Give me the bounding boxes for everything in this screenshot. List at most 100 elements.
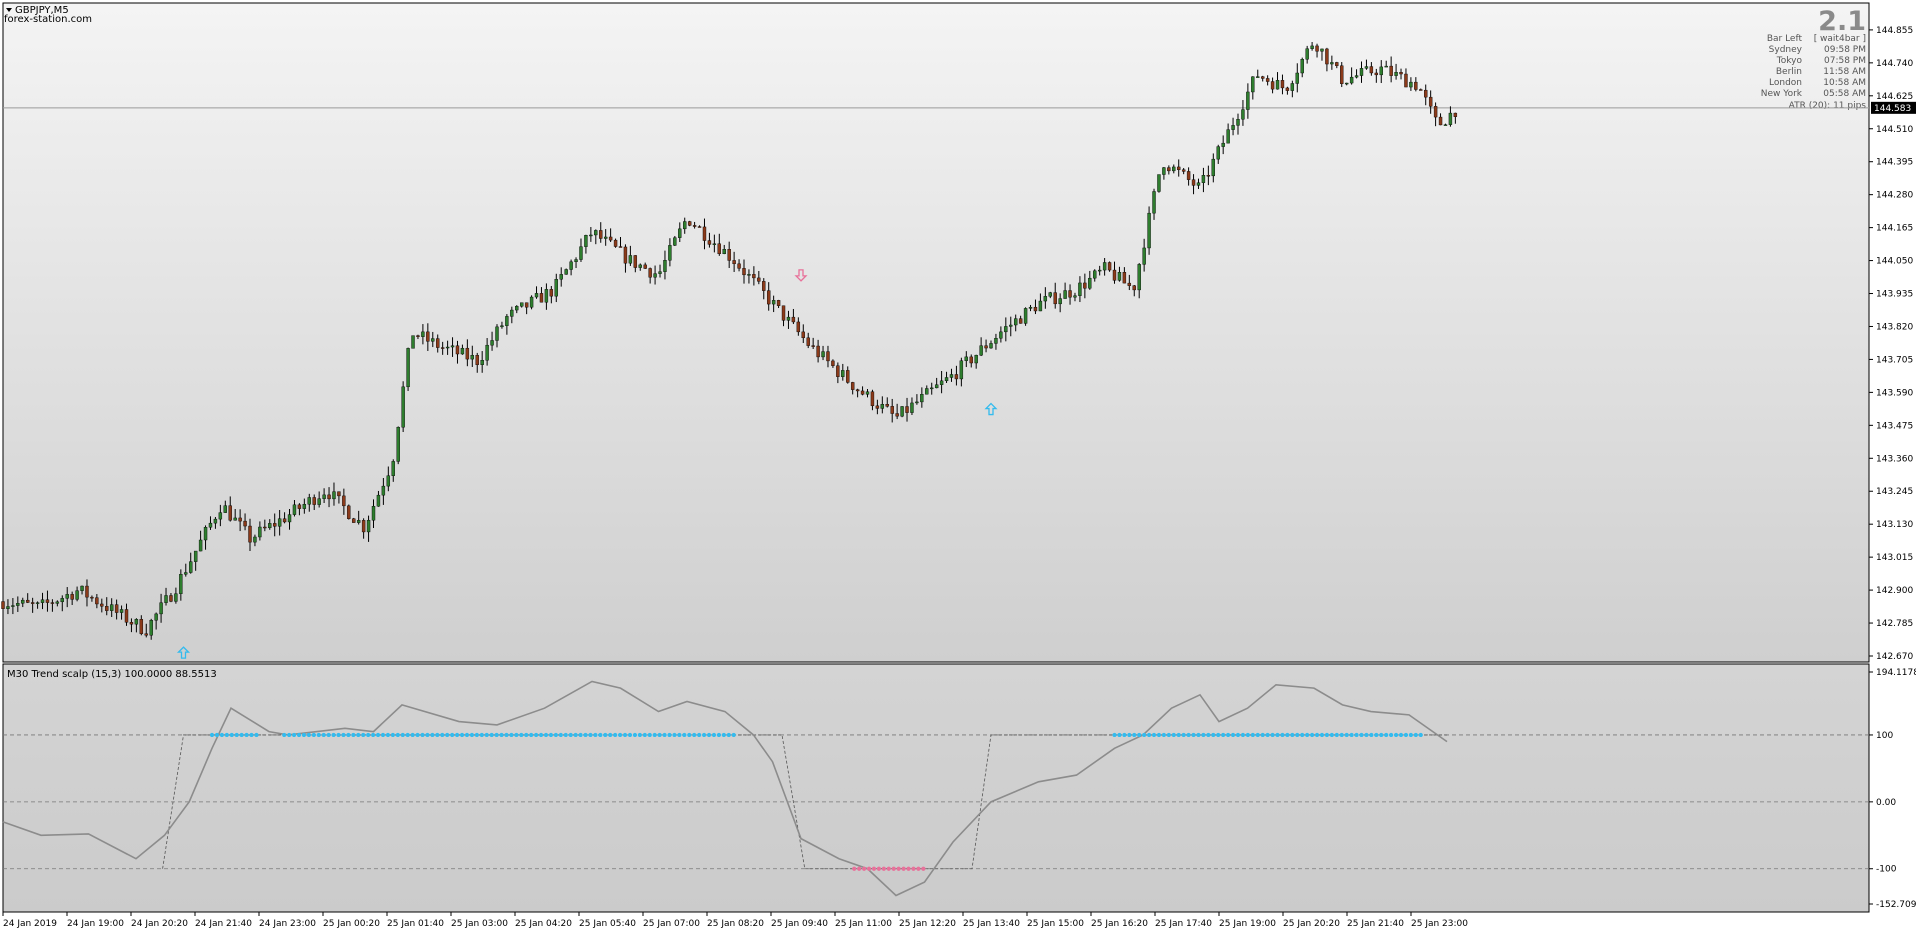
down-trend-dot — [911, 866, 916, 871]
time-tick-label: 25 Jan 03:00 — [451, 919, 508, 929]
time-tick-label: 25 Jan 05:40 — [579, 919, 636, 929]
up-trend-dot — [1275, 732, 1280, 738]
bear-candle — [762, 281, 766, 291]
bull-candle — [1093, 270, 1097, 279]
bear-candle — [114, 604, 119, 613]
up-trend-dot — [254, 732, 259, 738]
indicator-tick-label: 100 — [1876, 731, 1893, 741]
bull-candle — [198, 539, 203, 552]
up-trend-dot — [618, 732, 623, 738]
up-trend-dot — [1151, 732, 1157, 738]
bear-candle — [342, 495, 346, 507]
bull-candle — [1043, 296, 1048, 302]
up-trend-dot — [1403, 732, 1409, 738]
bull-candle — [900, 406, 904, 417]
price-panel[interactable] — [2, 2, 1870, 663]
up-trend-dot — [711, 732, 717, 738]
price-tick-label: 143.245 — [1876, 487, 1913, 497]
up-trend-dot — [593, 732, 598, 738]
up-trend-dot — [469, 732, 475, 738]
up-trend-dot — [647, 732, 652, 738]
up-trend-dot — [1137, 732, 1142, 738]
bull-candle — [1078, 282, 1082, 296]
bull-candle — [431, 338, 435, 342]
bear-candle — [282, 518, 287, 523]
bull-candle — [381, 485, 386, 496]
up-trend-dot — [702, 732, 707, 738]
atr-text: ATR (20): 11 pips — [1789, 101, 1867, 111]
up-trend-dot — [1122, 732, 1127, 738]
up-trend-dot — [573, 732, 578, 738]
bear-candle — [26, 599, 30, 603]
bear-candle — [1265, 78, 1270, 82]
up-trend-dot — [296, 732, 302, 738]
bear-candle — [1438, 116, 1443, 126]
up-trend-dot — [282, 732, 287, 738]
up-trend-dot — [301, 732, 307, 738]
up-trend-dot — [306, 732, 311, 738]
down-trend-dot — [901, 866, 906, 871]
bull-candle — [529, 296, 534, 308]
up-trend-dot — [361, 732, 366, 738]
bear-candle — [757, 277, 761, 282]
up-trend-dot — [1186, 732, 1191, 738]
bull-candle — [1295, 72, 1299, 84]
price-axis[interactable]: 144.855 144.740 144.625 144.510 144.395 144.2… — [1869, 26, 1913, 662]
bull-candle — [1142, 247, 1146, 265]
bear-candle — [1127, 282, 1132, 286]
bull-candle — [603, 236, 608, 239]
bear-candle — [1325, 48, 1329, 65]
indicator-panel[interactable] — [2, 663, 1870, 913]
trading-chart-window[interactable]: GBPJPY,M5 forex-station.com 2.1 Bar Left… — [0, 0, 1916, 933]
bear-candle — [1419, 89, 1423, 91]
up-trend-dot — [209, 732, 215, 738]
bear-candle — [767, 290, 771, 305]
bull-candle — [510, 309, 514, 317]
bear-candle — [90, 596, 94, 599]
up-trend-dot — [1166, 732, 1171, 738]
bull-candle — [149, 620, 153, 636]
bull-candle — [974, 354, 978, 364]
bull-candle — [1014, 318, 1018, 326]
bear-candle — [70, 594, 74, 600]
bear-candle — [885, 404, 889, 407]
up-trend-dot — [1132, 732, 1137, 738]
time-tick-label: 25 Jan 00:20 — [323, 919, 380, 929]
bear-candle — [539, 293, 544, 303]
time-tick-label: 25 Jan 19:00 — [1219, 919, 1276, 929]
bear-candle — [1260, 76, 1265, 79]
bull-candle — [934, 384, 939, 389]
time-tick-label: 24 Jan 20:20 — [131, 919, 188, 929]
bear-candle — [811, 345, 815, 347]
up-trend-dot — [494, 732, 499, 738]
bear-candle — [687, 221, 692, 226]
time-tick-label: 25 Jan 04:20 — [515, 919, 572, 929]
bear-candle — [1206, 175, 1211, 177]
time-axis[interactable]: 24 Jan 2019 24 Jan 19:00 24 Jan 20:20 24 Ja… — [2, 912, 1468, 929]
bear-candle — [273, 523, 277, 527]
up-trend-dot — [244, 732, 249, 738]
up-trend-dot — [677, 732, 682, 738]
price-tick-label: 143.590 — [1876, 388, 1913, 398]
bear-candle — [969, 356, 973, 364]
up-trend-dot — [548, 732, 554, 738]
down-trend-dot — [881, 866, 886, 871]
bear-candle — [1285, 87, 1290, 91]
time-tick-label: 25 Jan 09:40 — [771, 919, 828, 929]
bull-candle — [534, 293, 539, 298]
bull-candle — [668, 245, 672, 261]
bull-candle — [302, 503, 307, 509]
bear-candle — [613, 239, 618, 247]
down-trend-dot — [896, 866, 901, 871]
bear-candle — [524, 302, 529, 308]
session-label: Sydney — [1769, 45, 1803, 55]
up-trend-dot — [385, 732, 391, 738]
bear-candle — [1132, 285, 1136, 291]
up-trend-dot — [1305, 732, 1310, 738]
bull-candle — [1102, 262, 1107, 271]
bull-candle — [184, 572, 188, 575]
bull-candle — [1409, 81, 1413, 88]
up-trend-dot — [331, 732, 336, 738]
up-trend-dot — [529, 732, 534, 738]
bear-candle — [85, 585, 89, 598]
